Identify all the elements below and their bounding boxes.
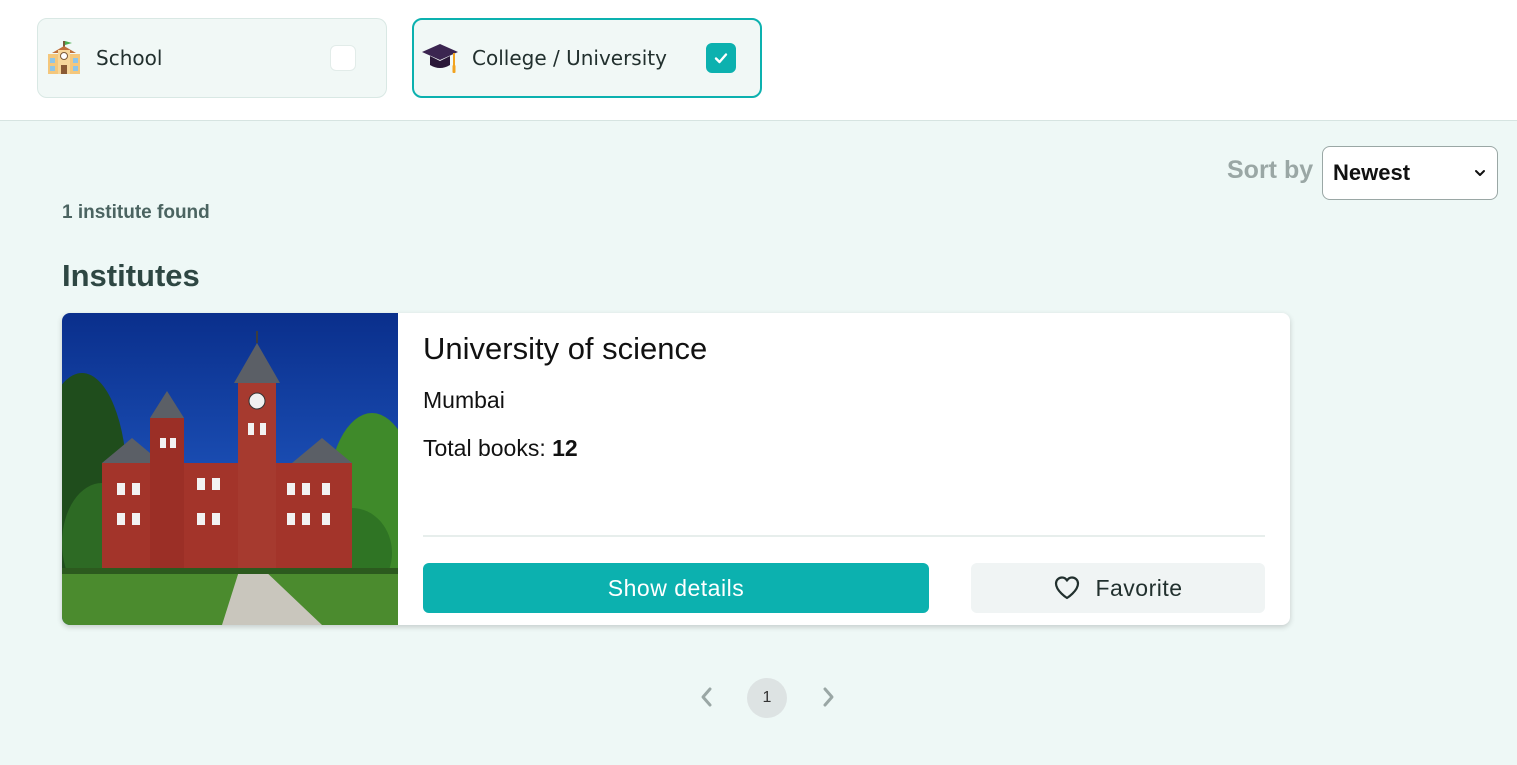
institute-name: University of science xyxy=(423,331,708,366)
heart-icon xyxy=(1053,575,1081,601)
chevron-left-icon xyxy=(701,687,712,707)
filter-school[interactable]: School xyxy=(37,18,387,98)
total-books-label: Total books: xyxy=(423,435,553,461)
sort-select[interactable]: Newest xyxy=(1322,146,1498,200)
pagination-page-current[interactable]: 1 xyxy=(747,678,787,718)
pagination-prev-button[interactable] xyxy=(692,682,722,712)
chevron-down-icon xyxy=(1475,170,1485,176)
pagination-next-button[interactable] xyxy=(813,682,843,712)
results-count: 1 institute found xyxy=(62,202,210,223)
favorite-label: Favorite xyxy=(1095,574,1183,601)
checkmark-icon xyxy=(714,53,728,64)
chevron-right-icon xyxy=(823,687,834,707)
filter-college-university[interactable]: College / University xyxy=(412,18,762,98)
institute-card: University of science Mumbai Total books… xyxy=(62,313,1290,625)
sort-selected-value: Newest xyxy=(1333,160,1411,185)
filter-college-checkbox[interactable] xyxy=(706,43,736,73)
filter-school-label: School xyxy=(96,46,163,70)
graduation-cap-icon xyxy=(420,38,460,78)
show-details-button[interactable]: Show details xyxy=(423,563,929,613)
institute-image xyxy=(62,313,398,625)
sort-by-label: Sort by xyxy=(1227,156,1314,184)
card-divider xyxy=(423,535,1265,537)
section-title: Institutes xyxy=(62,258,200,293)
institute-type-filter-bar: School College / University xyxy=(0,0,1517,121)
favorite-button[interactable]: Favorite xyxy=(971,563,1265,613)
filter-college-label: College / University xyxy=(472,46,667,70)
filter-school-checkbox[interactable] xyxy=(330,45,356,71)
institute-total-books: Total books: 12 xyxy=(423,435,578,462)
institute-city: Mumbai xyxy=(423,387,505,413)
total-books-value: 12 xyxy=(552,435,578,461)
school-icon xyxy=(44,38,84,78)
